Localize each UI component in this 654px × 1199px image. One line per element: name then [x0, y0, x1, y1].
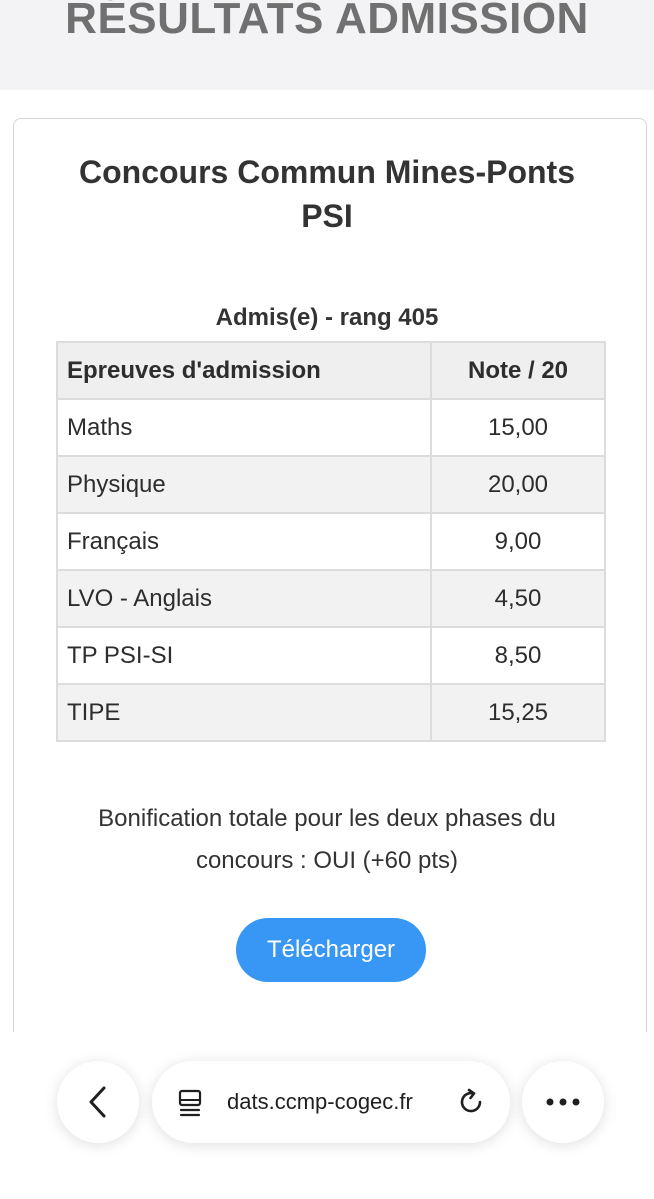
subject-cell: Maths: [56, 398, 432, 457]
column-header-epreuve: Epreuves d'admission: [56, 341, 432, 400]
page-header: RÉSULTATS ADMISSION: [0, 0, 654, 90]
exam-title: Concours Commun Mines-Ponts PSI: [0, 150, 654, 238]
address-bar[interactable]: dats.ccmp-cogec.fr: [152, 1061, 510, 1143]
table-row: TP PSI-SI 8,50: [56, 626, 606, 685]
back-chevron-icon: [89, 1086, 106, 1118]
subject-cell: TP PSI-SI: [56, 626, 432, 685]
back-button[interactable]: [57, 1061, 139, 1143]
table-row: LVO - Anglais 4,50: [56, 569, 606, 628]
exam-title-line1: Concours Commun Mines-Ponts: [78, 154, 575, 190]
page-title: RÉSULTATS ADMISSION: [65, 0, 589, 43]
more-dots-icon: [546, 1098, 580, 1106]
download-button[interactable]: Télécharger: [236, 918, 426, 982]
table-row: Français 9,00: [56, 512, 606, 571]
grade-cell: 8,50: [430, 626, 606, 685]
exam-title-line2: PSI: [301, 198, 353, 234]
column-header-note: Note / 20: [430, 341, 606, 400]
tab-view-icon[interactable]: [178, 1089, 204, 1117]
subject-cell: LVO - Anglais: [56, 569, 432, 628]
table-row: Maths 15,00: [56, 398, 606, 457]
bonus-line2: concours : OUI (+60 pts): [195, 847, 459, 874]
table-header-row: Epreuves d'admission Note / 20: [56, 341, 606, 400]
bonus-line1: Bonification totale pour les deux phases…: [98, 805, 556, 832]
grade-cell: 9,00: [430, 512, 606, 571]
grade-cell: 15,25: [430, 683, 606, 742]
bonus-text: Bonification totale pour les deux phases…: [40, 798, 614, 882]
url-text: dats.ccmp-cogec.fr: [227, 1089, 413, 1114]
grade-cell: 15,00: [430, 398, 606, 457]
table-row: TIPE 15,25: [56, 683, 606, 742]
reload-icon[interactable]: [456, 1087, 486, 1117]
grade-cell: 4,50: [430, 569, 606, 628]
subject-cell: Français: [56, 512, 432, 571]
subject-cell: TIPE: [56, 683, 432, 742]
more-button[interactable]: [522, 1061, 604, 1143]
grade-cell: 20,00: [430, 455, 606, 514]
admission-status: Admis(e) - rang 405: [215, 304, 439, 331]
subject-cell: Physique: [56, 455, 432, 514]
table-row: Physique 20,00: [56, 455, 606, 514]
results-table: Epreuves d'admission Note / 20 Maths 15,…: [56, 341, 606, 742]
